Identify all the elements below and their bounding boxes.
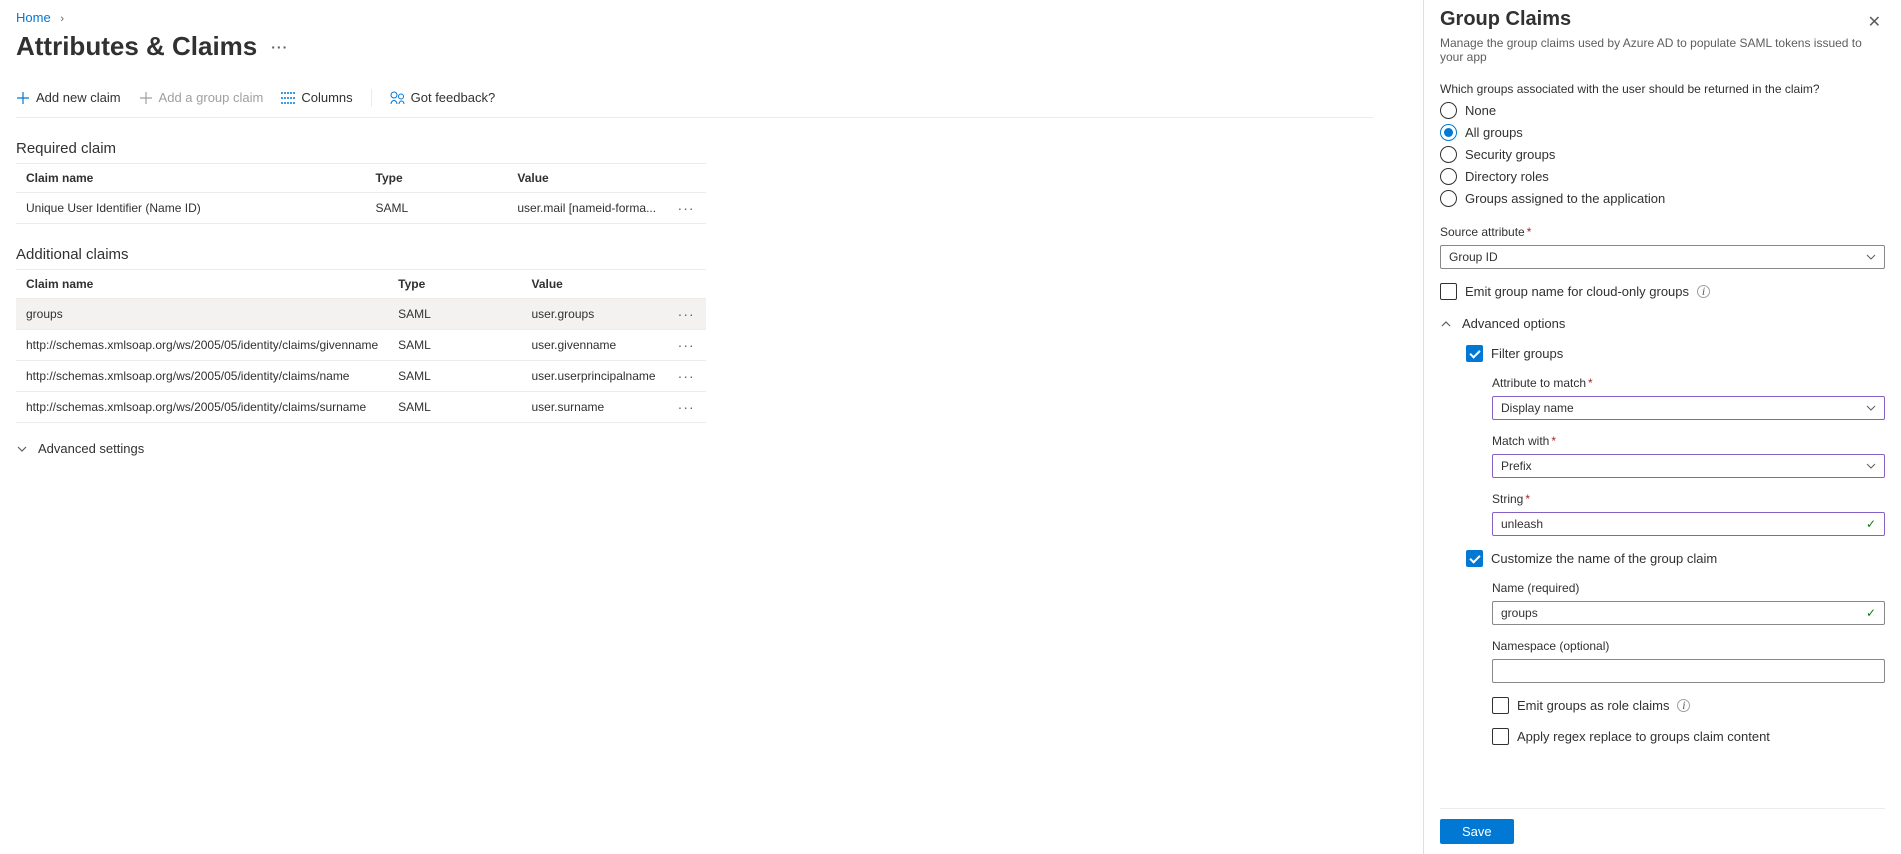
more-icon[interactable]: ···	[271, 39, 288, 55]
groups-question: Which groups associated with the user sh…	[1440, 82, 1885, 96]
claim-type: SAML	[388, 361, 521, 392]
string-input[interactable]: unleash ✓	[1492, 512, 1885, 536]
info-icon[interactable]: i	[1677, 699, 1690, 712]
match-with-select[interactable]: Prefix	[1492, 454, 1885, 478]
radio-security-groups[interactable]: Security groups	[1440, 146, 1885, 163]
chevron-right-icon: ›	[60, 13, 64, 25]
save-button[interactable]: Save	[1440, 819, 1514, 844]
chevron-down-icon	[16, 443, 28, 455]
row-menu-icon[interactable]: ···	[678, 200, 695, 216]
claim-name: http://schemas.xmlsoap.org/ws/2005/05/id…	[16, 392, 388, 423]
feedback-icon	[390, 91, 405, 105]
radio-assigned-groups[interactable]: Groups assigned to the application	[1440, 190, 1885, 207]
checkmark-icon: ✓	[1866, 606, 1876, 620]
apply-regex-checkbox[interactable]: Apply regex replace to groups claim cont…	[1492, 728, 1885, 745]
attribute-to-match-select[interactable]: Display name	[1492, 396, 1885, 420]
flyout-title: Group Claims	[1440, 8, 1571, 31]
required-claim-heading: Required claim	[16, 140, 1373, 157]
claim-name: http://schemas.xmlsoap.org/ws/2005/05/id…	[16, 361, 388, 392]
radio-none[interactable]: None	[1440, 102, 1885, 119]
plus-icon	[16, 91, 30, 105]
claim-name: Unique User Identifier (Name ID)	[16, 193, 366, 224]
required-claims-table: Claim name Type Value Unique User Identi…	[16, 163, 706, 224]
chevron-down-icon	[1866, 403, 1876, 413]
row-menu-icon[interactable]: ···	[678, 306, 695, 322]
row-menu-icon[interactable]: ···	[678, 337, 695, 353]
claim-value: user.userprincipalname	[521, 361, 666, 392]
claim-name: http://schemas.xmlsoap.org/ws/2005/05/id…	[16, 330, 388, 361]
claim-type: SAML	[366, 193, 508, 224]
flyout-subtitle: Manage the group claims used by Azure AD…	[1440, 36, 1885, 64]
name-input[interactable]: groups ✓	[1492, 601, 1885, 625]
table-row[interactable]: Unique User Identifier (Name ID)SAMLuser…	[16, 193, 706, 224]
source-attribute-select[interactable]: Group ID	[1440, 245, 1885, 269]
table-row[interactable]: http://schemas.xmlsoap.org/ws/2005/05/id…	[16, 392, 706, 423]
radio-all-groups[interactable]: All groups	[1440, 124, 1885, 141]
namespace-input[interactable]	[1492, 659, 1885, 683]
feedback-button[interactable]: Got feedback?	[390, 86, 496, 109]
close-icon[interactable]: ✕	[1864, 8, 1885, 36]
radio-directory-roles[interactable]: Directory roles	[1440, 168, 1885, 185]
columns-button[interactable]: Columns	[281, 86, 352, 109]
customize-name-checkbox[interactable]: Customize the name of the group claim	[1466, 550, 1885, 567]
additional-claims-heading: Additional claims	[16, 246, 1373, 263]
plus-icon	[139, 91, 153, 105]
table-row[interactable]: http://schemas.xmlsoap.org/ws/2005/05/id…	[16, 330, 706, 361]
add-group-claim-button: Add a group claim	[139, 86, 264, 109]
emit-role-checkbox[interactable]: Emit groups as role claims i	[1492, 697, 1885, 714]
claim-type: SAML	[388, 330, 521, 361]
claim-type: SAML	[388, 299, 521, 330]
claim-name: groups	[16, 299, 388, 330]
columns-icon	[281, 92, 295, 104]
advanced-options-toggle[interactable]: Advanced options	[1440, 316, 1885, 331]
chevron-down-icon	[1866, 252, 1876, 262]
claim-value: user.groups	[521, 299, 666, 330]
additional-claims-table: Claim name Type Value groupsSAMLuser.gro…	[16, 269, 706, 423]
info-icon[interactable]: i	[1697, 285, 1710, 298]
table-row[interactable]: groupsSAMLuser.groups ···	[16, 299, 706, 330]
claim-value: user.surname	[521, 392, 666, 423]
advanced-settings-toggle[interactable]: Advanced settings	[16, 441, 1373, 456]
group-claims-flyout: Group Claims ✕ Manage the group claims u…	[1423, 0, 1901, 854]
emit-cloud-checkbox[interactable]: Emit group name for cloud-only groups i	[1440, 283, 1885, 300]
claim-value: user.mail [nameid-forma...	[507, 193, 666, 224]
add-new-claim-button[interactable]: Add new claim	[16, 86, 121, 109]
claim-value: user.givenname	[521, 330, 666, 361]
breadcrumb-home[interactable]: Home	[16, 10, 51, 25]
claim-type: SAML	[388, 392, 521, 423]
row-menu-icon[interactable]: ···	[678, 399, 695, 415]
row-menu-icon[interactable]: ···	[678, 368, 695, 384]
checkmark-icon: ✓	[1866, 517, 1876, 531]
table-row[interactable]: http://schemas.xmlsoap.org/ws/2005/05/id…	[16, 361, 706, 392]
breadcrumb: Home ›	[16, 0, 1373, 31]
filter-groups-checkbox[interactable]: Filter groups	[1466, 345, 1885, 362]
chevron-up-icon	[1440, 318, 1452, 330]
page-title: Attributes & Claims ···	[16, 31, 1373, 62]
toolbar: Add new claim Add a group claim Columns …	[16, 78, 1373, 118]
chevron-down-icon	[1866, 461, 1876, 471]
